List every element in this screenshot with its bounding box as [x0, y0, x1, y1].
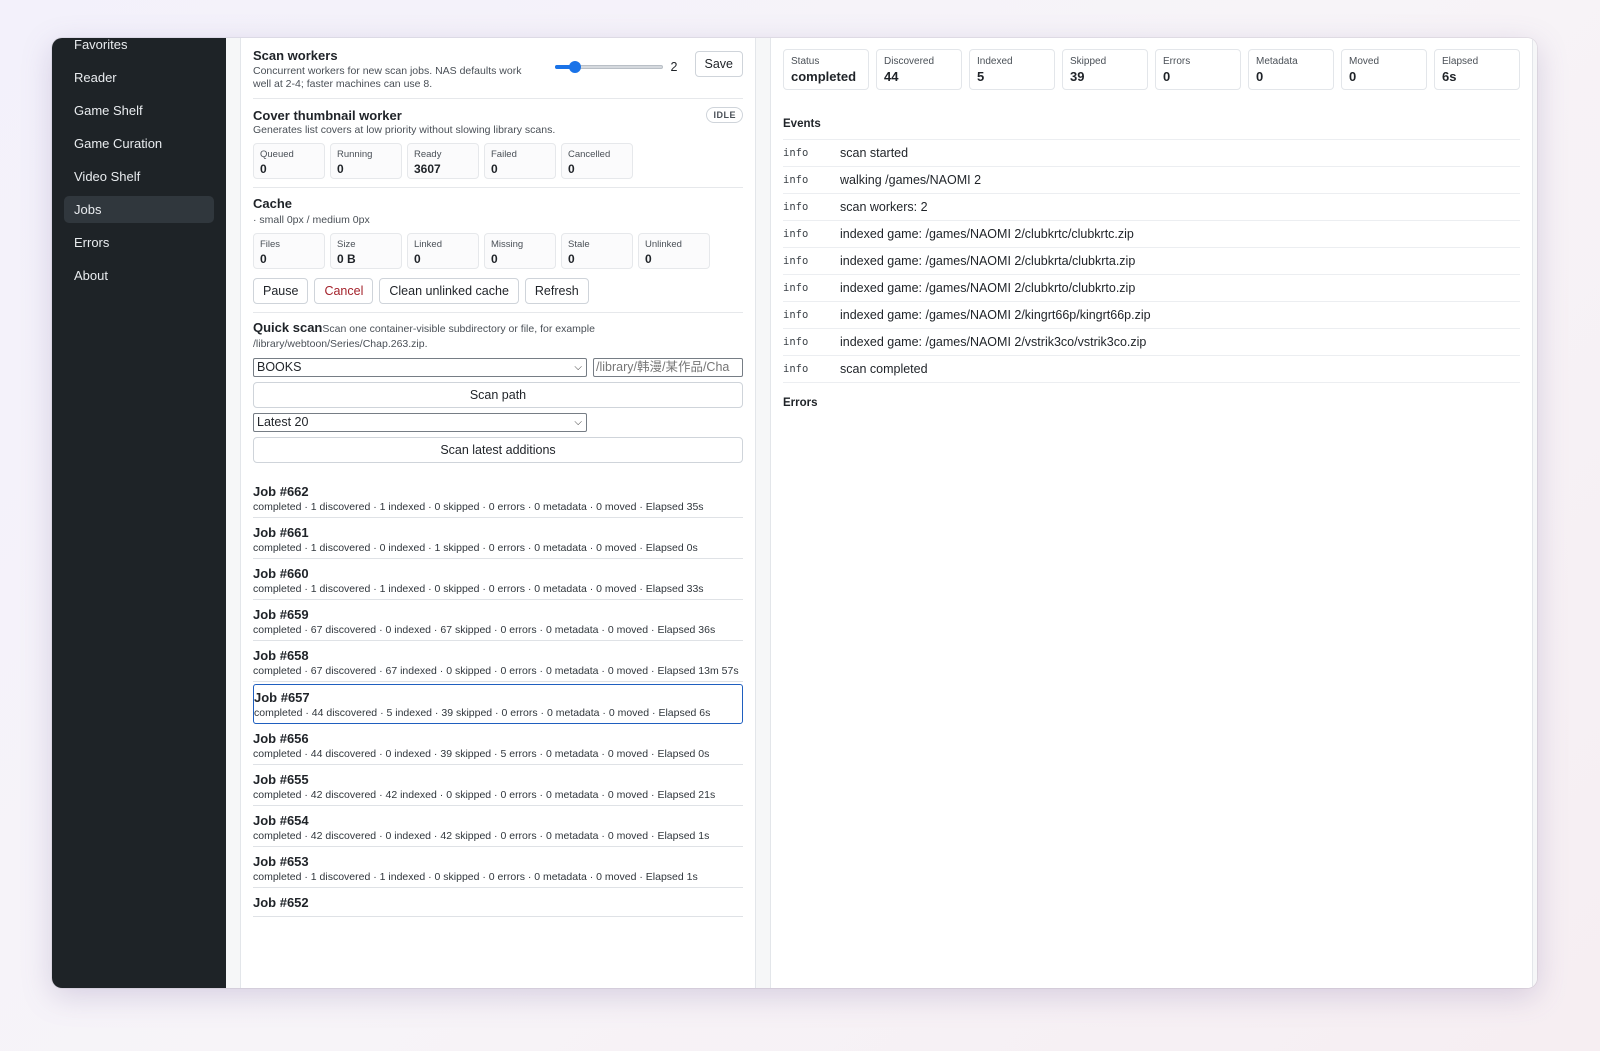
- stat-errors: Errors 0: [1155, 49, 1241, 90]
- panel-gutter: [226, 38, 240, 988]
- cache-stats: Files 0 Size 0 B Linked 0 Missing 0 Stale 0 U…: [253, 233, 743, 269]
- stat-missing: Missing 0: [484, 233, 556, 269]
- sidebar: Favorites Reader Game Shelf Game Curatio…: [52, 38, 226, 988]
- job-item[interactable]: Job #654 completed · 42 discovered · 0 in…: [253, 808, 743, 847]
- stat-moved: Moved 0: [1341, 49, 1427, 90]
- stat-files: Files 0: [253, 233, 325, 269]
- scan-workers-title: Scan workers: [253, 48, 338, 63]
- errors-title: Errors: [783, 397, 818, 409]
- scan-workers-hint: Concurrent workers for new scan jobs. NA…: [253, 65, 522, 90]
- scan-workers-slider[interactable]: [554, 59, 663, 75]
- cache-section: Cache · small 0px / medium 0px Files 0 Si…: [253, 196, 743, 304]
- jobs-control-panel: Scan workers Concurrent workers for new …: [240, 38, 756, 988]
- thumbnail-worker-title: Cover thumbnail worker: [253, 107, 402, 123]
- cache-hint: · small 0px / medium 0px: [253, 214, 370, 226]
- sidebar-item-game-shelf[interactable]: Game Shelf: [64, 97, 214, 124]
- clean-unlinked-cache-button[interactable]: Clean unlinked cache: [379, 278, 519, 304]
- sidebar-item-reader[interactable]: Reader: [64, 64, 214, 91]
- pause-button[interactable]: Pause: [253, 278, 309, 304]
- scan-workers-section: Scan workers Concurrent workers for new …: [253, 48, 743, 91]
- panel-gutter: [756, 38, 770, 988]
- job-item[interactable]: Job #661 completed · 1 discovered · 0 ind…: [253, 520, 743, 559]
- stat-stale: Stale 0: [561, 233, 633, 269]
- stat-running: Running 0: [330, 143, 402, 179]
- stat-metadata: Metadata 0: [1248, 49, 1334, 90]
- status-badge: IDLE: [706, 107, 743, 123]
- panel-gutter: [1533, 38, 1537, 988]
- sidebar-item-video-shelf[interactable]: Video Shelf: [64, 163, 214, 190]
- scan-path-button[interactable]: Scan path: [253, 382, 743, 408]
- stat-ready: Ready 3607: [407, 143, 479, 179]
- job-list: Job #662 completed · 1 discovered · 1 ind…: [253, 479, 743, 917]
- library-select[interactable]: BOOKS ⌵: [253, 358, 587, 377]
- event-row: info indexed game: /games/NAOMI 2/kingrt6…: [783, 302, 1520, 329]
- chevron-down-icon: ⌵: [574, 362, 582, 373]
- events-list: info scan started info walking /games/NAOM…: [783, 139, 1520, 383]
- event-row: info indexed game: /games/NAOMI 2/clubkrt…: [783, 221, 1520, 248]
- sidebar-item-jobs[interactable]: Jobs: [64, 196, 214, 223]
- event-row: info indexed game: /games/NAOMI 2/vstrik3…: [783, 329, 1520, 356]
- stat-unlinked: Unlinked 0: [638, 233, 710, 269]
- event-row: info indexed game: /games/NAOMI 2/clubkrt…: [783, 275, 1520, 302]
- events-title: Events: [783, 118, 821, 130]
- app-window: Favorites Reader Game Shelf Game Curatio…: [52, 38, 1537, 988]
- quick-scan-title: Quick scan: [253, 320, 323, 335]
- job-detail-panel: Status completed Discovered 44 Indexed 5 Sk…: [770, 38, 1533, 988]
- stat-failed: Failed 0: [484, 143, 556, 179]
- event-row: info walking /games/NAOMI 2: [783, 167, 1520, 194]
- stat-size: Size 0 B: [330, 233, 402, 269]
- thumbnail-stats: Queued 0 Running 0 Ready 3607 Failed 0 Cance…: [253, 143, 743, 179]
- job-item-selected[interactable]: Job #657 completed · 44 discovered · 5 in…: [253, 684, 743, 724]
- stat-skipped: Skipped 39: [1062, 49, 1148, 90]
- job-item[interactable]: Job #660 completed · 1 discovered · 1 ind…: [253, 561, 743, 600]
- stat-cancelled: Cancelled 0: [561, 143, 633, 179]
- job-item[interactable]: Job #662 completed · 1 discovered · 1 ind…: [253, 479, 743, 518]
- event-row: info scan workers: 2: [783, 194, 1520, 221]
- sidebar-item-errors[interactable]: Errors: [64, 229, 214, 256]
- thumbnail-worker-section: Cover thumbnail worker IDLE Generates li…: [253, 107, 743, 179]
- thumbnail-worker-hint: Generates list covers at low priority wi…: [253, 124, 556, 136]
- sidebar-item-favorites[interactable]: Favorites: [64, 38, 214, 58]
- job-item[interactable]: Job #653 completed · 1 discovered · 1 ind…: [253, 849, 743, 888]
- chevron-down-icon: ⌵: [574, 417, 582, 428]
- path-input[interactable]: /library/韩漫/某作品/Cha: [593, 358, 743, 377]
- event-row: info indexed game: /games/NAOMI 2/clubkrt…: [783, 248, 1520, 275]
- stat-indexed: Indexed 5: [969, 49, 1055, 90]
- scan-workers-value: 2: [670, 60, 678, 74]
- latest-count-select[interactable]: Latest 20 ⌵: [253, 413, 587, 432]
- job-item[interactable]: Job #655 completed · 42 discovered · 42 i…: [253, 767, 743, 806]
- job-item[interactable]: Job #656 completed · 44 discovered · 0 in…: [253, 726, 743, 765]
- job-item[interactable]: Job #658 completed · 67 discovered · 67 i…: [253, 643, 743, 682]
- job-detail-stats: Status completed Discovered 44 Indexed 5 Sk…: [783, 49, 1520, 90]
- save-button[interactable]: Save: [694, 51, 743, 77]
- cancel-button[interactable]: Cancel: [314, 278, 374, 304]
- job-item[interactable]: Job #659 completed · 67 discovered · 0 in…: [253, 602, 743, 641]
- stat-status: Status completed: [783, 49, 869, 90]
- refresh-button[interactable]: Refresh: [524, 278, 589, 304]
- sidebar-item-about[interactable]: About: [64, 262, 214, 289]
- stat-discovered: Discovered 44: [876, 49, 962, 90]
- stat-queued: Queued 0: [253, 143, 325, 179]
- stat-elapsed: Elapsed 6s: [1434, 49, 1520, 90]
- cache-title: Cache: [253, 196, 293, 211]
- scan-latest-button[interactable]: Scan latest additions: [253, 437, 743, 463]
- quick-scan-section: Quick scanScan one container-visible sub…: [253, 321, 743, 463]
- event-row: info scan completed: [783, 356, 1520, 383]
- sidebar-item-game-curation[interactable]: Game Curation: [64, 130, 214, 157]
- stat-linked: Linked 0: [407, 233, 479, 269]
- job-item[interactable]: Job #652: [253, 890, 743, 917]
- event-row: info scan started: [783, 140, 1520, 167]
